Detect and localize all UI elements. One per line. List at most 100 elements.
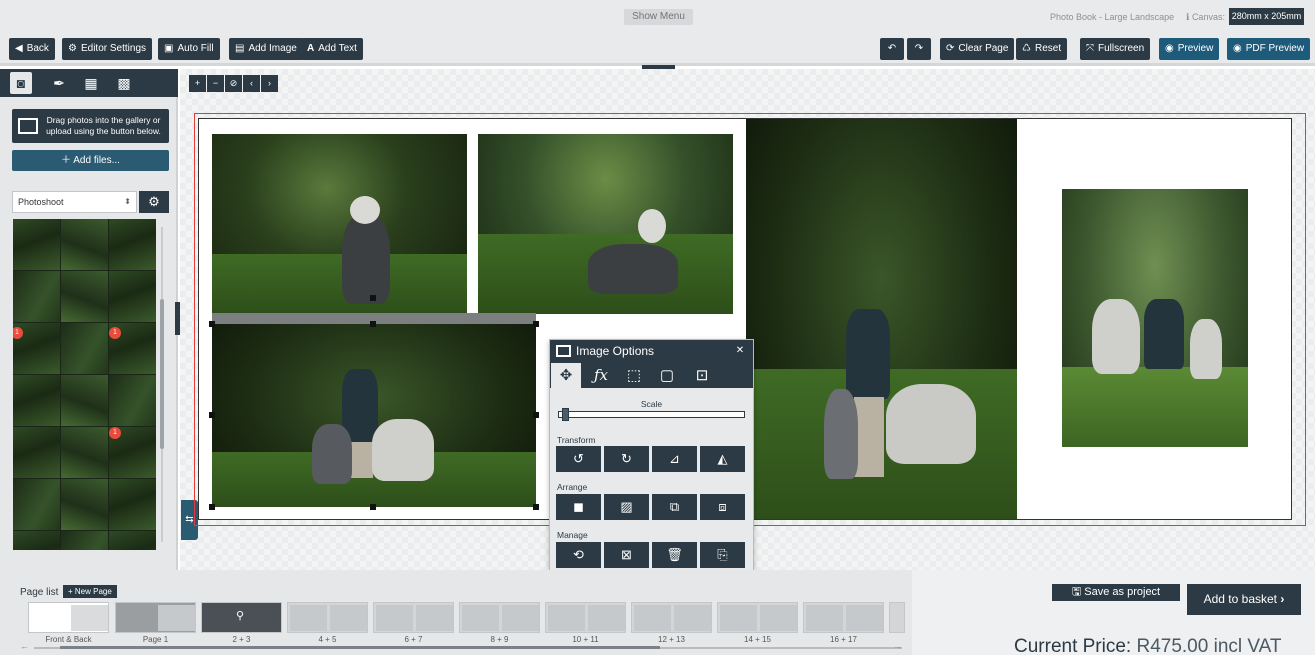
scale-slider[interactable] — [558, 411, 745, 418]
resize-handle[interactable] — [533, 412, 539, 418]
tab-photos[interactable]: ◙ — [10, 72, 32, 94]
flip-vertical-button[interactable]: ⊿ — [652, 446, 697, 472]
gallery-thumb[interactable] — [61, 531, 108, 550]
gallery-thumb[interactable]: 1 — [109, 323, 156, 374]
close-icon[interactable]: ✕ — [733, 344, 747, 358]
gallery-thumb[interactable]: 1 — [13, 323, 60, 374]
editor-settings-button[interactable]: ⚙ Editor Settings — [62, 38, 153, 60]
gallery-thumb[interactable] — [61, 219, 108, 270]
gallery-thumb[interactable] — [109, 531, 156, 550]
photo-dog-sitting[interactable] — [212, 134, 467, 314]
gallery-thumb[interactable] — [13, 375, 60, 426]
gallery-thumb[interactable] — [13, 219, 60, 270]
page-thumb-6-7[interactable] — [373, 602, 454, 633]
resize-handle[interactable] — [209, 321, 215, 327]
preview-button[interactable]: ◉ Preview — [1159, 38, 1220, 60]
resize-handle[interactable] — [370, 295, 376, 301]
gallery-thumb[interactable]: 1 — [109, 427, 156, 478]
add-image-button[interactable]: ▤ Add Image — [229, 38, 303, 60]
gallery-thumb[interactable] — [61, 427, 108, 478]
tab-border[interactable]: ▢ — [652, 363, 682, 388]
save-as-project-button[interactable]: 🖫 Save as project — [1052, 584, 1180, 601]
gallery-thumb[interactable] — [13, 531, 60, 550]
replace-image-button[interactable]: ⟲ — [556, 542, 601, 568]
arrow-left-icon[interactable]: ← — [20, 641, 29, 651]
page-thumb-4-5[interactable] — [287, 602, 368, 633]
photo-man-with-dogs-selected[interactable] — [212, 324, 536, 507]
page-thumb-16-17[interactable] — [803, 602, 884, 633]
bring-to-front-button[interactable]: ◼ — [556, 494, 601, 520]
page-thumb-page-1[interactable] — [115, 602, 196, 633]
image-options-header[interactable]: Image Options — [550, 340, 753, 362]
gallery-thumb[interactable] — [109, 219, 156, 270]
undo-button[interactable]: ↶ — [880, 38, 904, 60]
gallery-scrollbar[interactable] — [157, 219, 167, 550]
page-thumb-8-9[interactable] — [459, 602, 540, 633]
zoom-in-button[interactable]: + — [189, 75, 206, 92]
resize-handle[interactable] — [209, 504, 215, 510]
resize-handle[interactable] — [209, 412, 215, 418]
clear-page-button[interactable]: ⟳ Clear Page — [940, 38, 1015, 60]
photo-man-kneeling-with-dogs[interactable] — [1062, 189, 1248, 447]
scrollbar-thumb[interactable] — [160, 299, 164, 449]
flip-horizontal-button[interactable]: ◭ — [700, 446, 745, 472]
previous-page-button[interactable]: ‹ — [243, 75, 260, 92]
resize-handle[interactable] — [370, 321, 376, 327]
add-files-button[interactable]: ＋ Add files... — [12, 150, 169, 171]
album-select[interactable]: Photoshoot ⬍ — [12, 191, 137, 213]
add-text-button[interactable]: A Add Text — [301, 38, 363, 60]
page-thumb-14-15[interactable] — [717, 602, 798, 633]
send-to-back-button[interactable]: ▨ — [604, 494, 649, 520]
redo-button[interactable]: ↷ — [907, 38, 931, 60]
duplicate-button[interactable]: ⎘ — [700, 542, 745, 568]
delete-button[interactable]: 🗑 — [652, 542, 697, 568]
scale-slider-knob[interactable] — [561, 408, 569, 421]
gallery-thumb[interactable] — [61, 271, 108, 322]
auto-fill-button[interactable]: ▣ Auto Fill — [158, 38, 220, 60]
add-to-basket-button[interactable]: Add to basket › — [1187, 584, 1301, 615]
reset-button[interactable]: ♺ Reset — [1016, 38, 1068, 60]
album-settings-button[interactable]: ⚙ — [139, 191, 169, 213]
tab-clipart[interactable]: ✒ — [48, 72, 70, 94]
page-thumb-12-13[interactable] — [631, 602, 712, 633]
gallery-thumb[interactable] — [109, 375, 156, 426]
gallery-thumb[interactable] — [61, 323, 108, 374]
tab-crop[interactable]: ⬚ — [619, 363, 649, 388]
zoom-out-button[interactable]: − — [207, 75, 224, 92]
send-backward-button[interactable]: ⧈ — [700, 494, 745, 520]
gallery-thumb[interactable] — [13, 479, 60, 530]
resize-handle[interactable] — [370, 504, 376, 510]
pdf-preview-button[interactable]: ◉ PDF Preview — [1227, 38, 1311, 60]
gallery-thumb[interactable] — [61, 479, 108, 530]
page-thumb-front-back[interactable] — [28, 602, 109, 633]
zoom-reset-button[interactable]: ⊘ — [225, 75, 242, 92]
next-page-button[interactable]: › — [261, 75, 278, 92]
show-menu-button[interactable]: Show Menu — [624, 9, 693, 25]
tab-frame[interactable]: ⊡ — [687, 363, 717, 388]
fullscreen-button[interactable]: ⤧ Fullscreen — [1080, 38, 1151, 60]
tab-move[interactable]: ✥ — [551, 363, 581, 388]
page-thumb-2-3[interactable]: ⚲ — [201, 602, 282, 633]
tab-layouts[interactable]: ▦ — [80, 72, 102, 94]
page-thumb-partial[interactable] — [889, 602, 905, 633]
gallery-thumb[interactable] — [13, 271, 60, 322]
rotate-left-button[interactable]: ↺ — [556, 446, 601, 472]
resize-handle[interactable] — [533, 321, 539, 327]
resize-handle[interactable] — [533, 504, 539, 510]
gallery-thumb[interactable] — [109, 479, 156, 530]
tab-backgrounds[interactable]: ▩ — [113, 72, 135, 94]
gallery-thumb[interactable] — [109, 271, 156, 322]
gallery-thumb[interactable] — [61, 375, 108, 426]
page-thumb-10-11[interactable] — [545, 602, 626, 633]
rotate-right-button[interactable]: ↻ — [604, 446, 649, 472]
back-button[interactable]: ◀ Back — [9, 38, 55, 60]
photo-man-standing-with-dogs[interactable] — [746, 119, 1017, 519]
photo-dog-lying[interactable] — [478, 134, 733, 314]
remove-image-button[interactable]: ⊠ — [604, 542, 649, 568]
page-strip-scroll-thumb[interactable] — [60, 646, 660, 649]
arrow-right-icon[interactable]: → — [893, 641, 902, 651]
gallery-thumb[interactable] — [13, 427, 60, 478]
new-page-button[interactable]: + New Page — [63, 585, 117, 598]
tab-effects[interactable]: ƒx — [586, 363, 616, 388]
bring-forward-button[interactable]: ⧉ — [652, 494, 697, 520]
